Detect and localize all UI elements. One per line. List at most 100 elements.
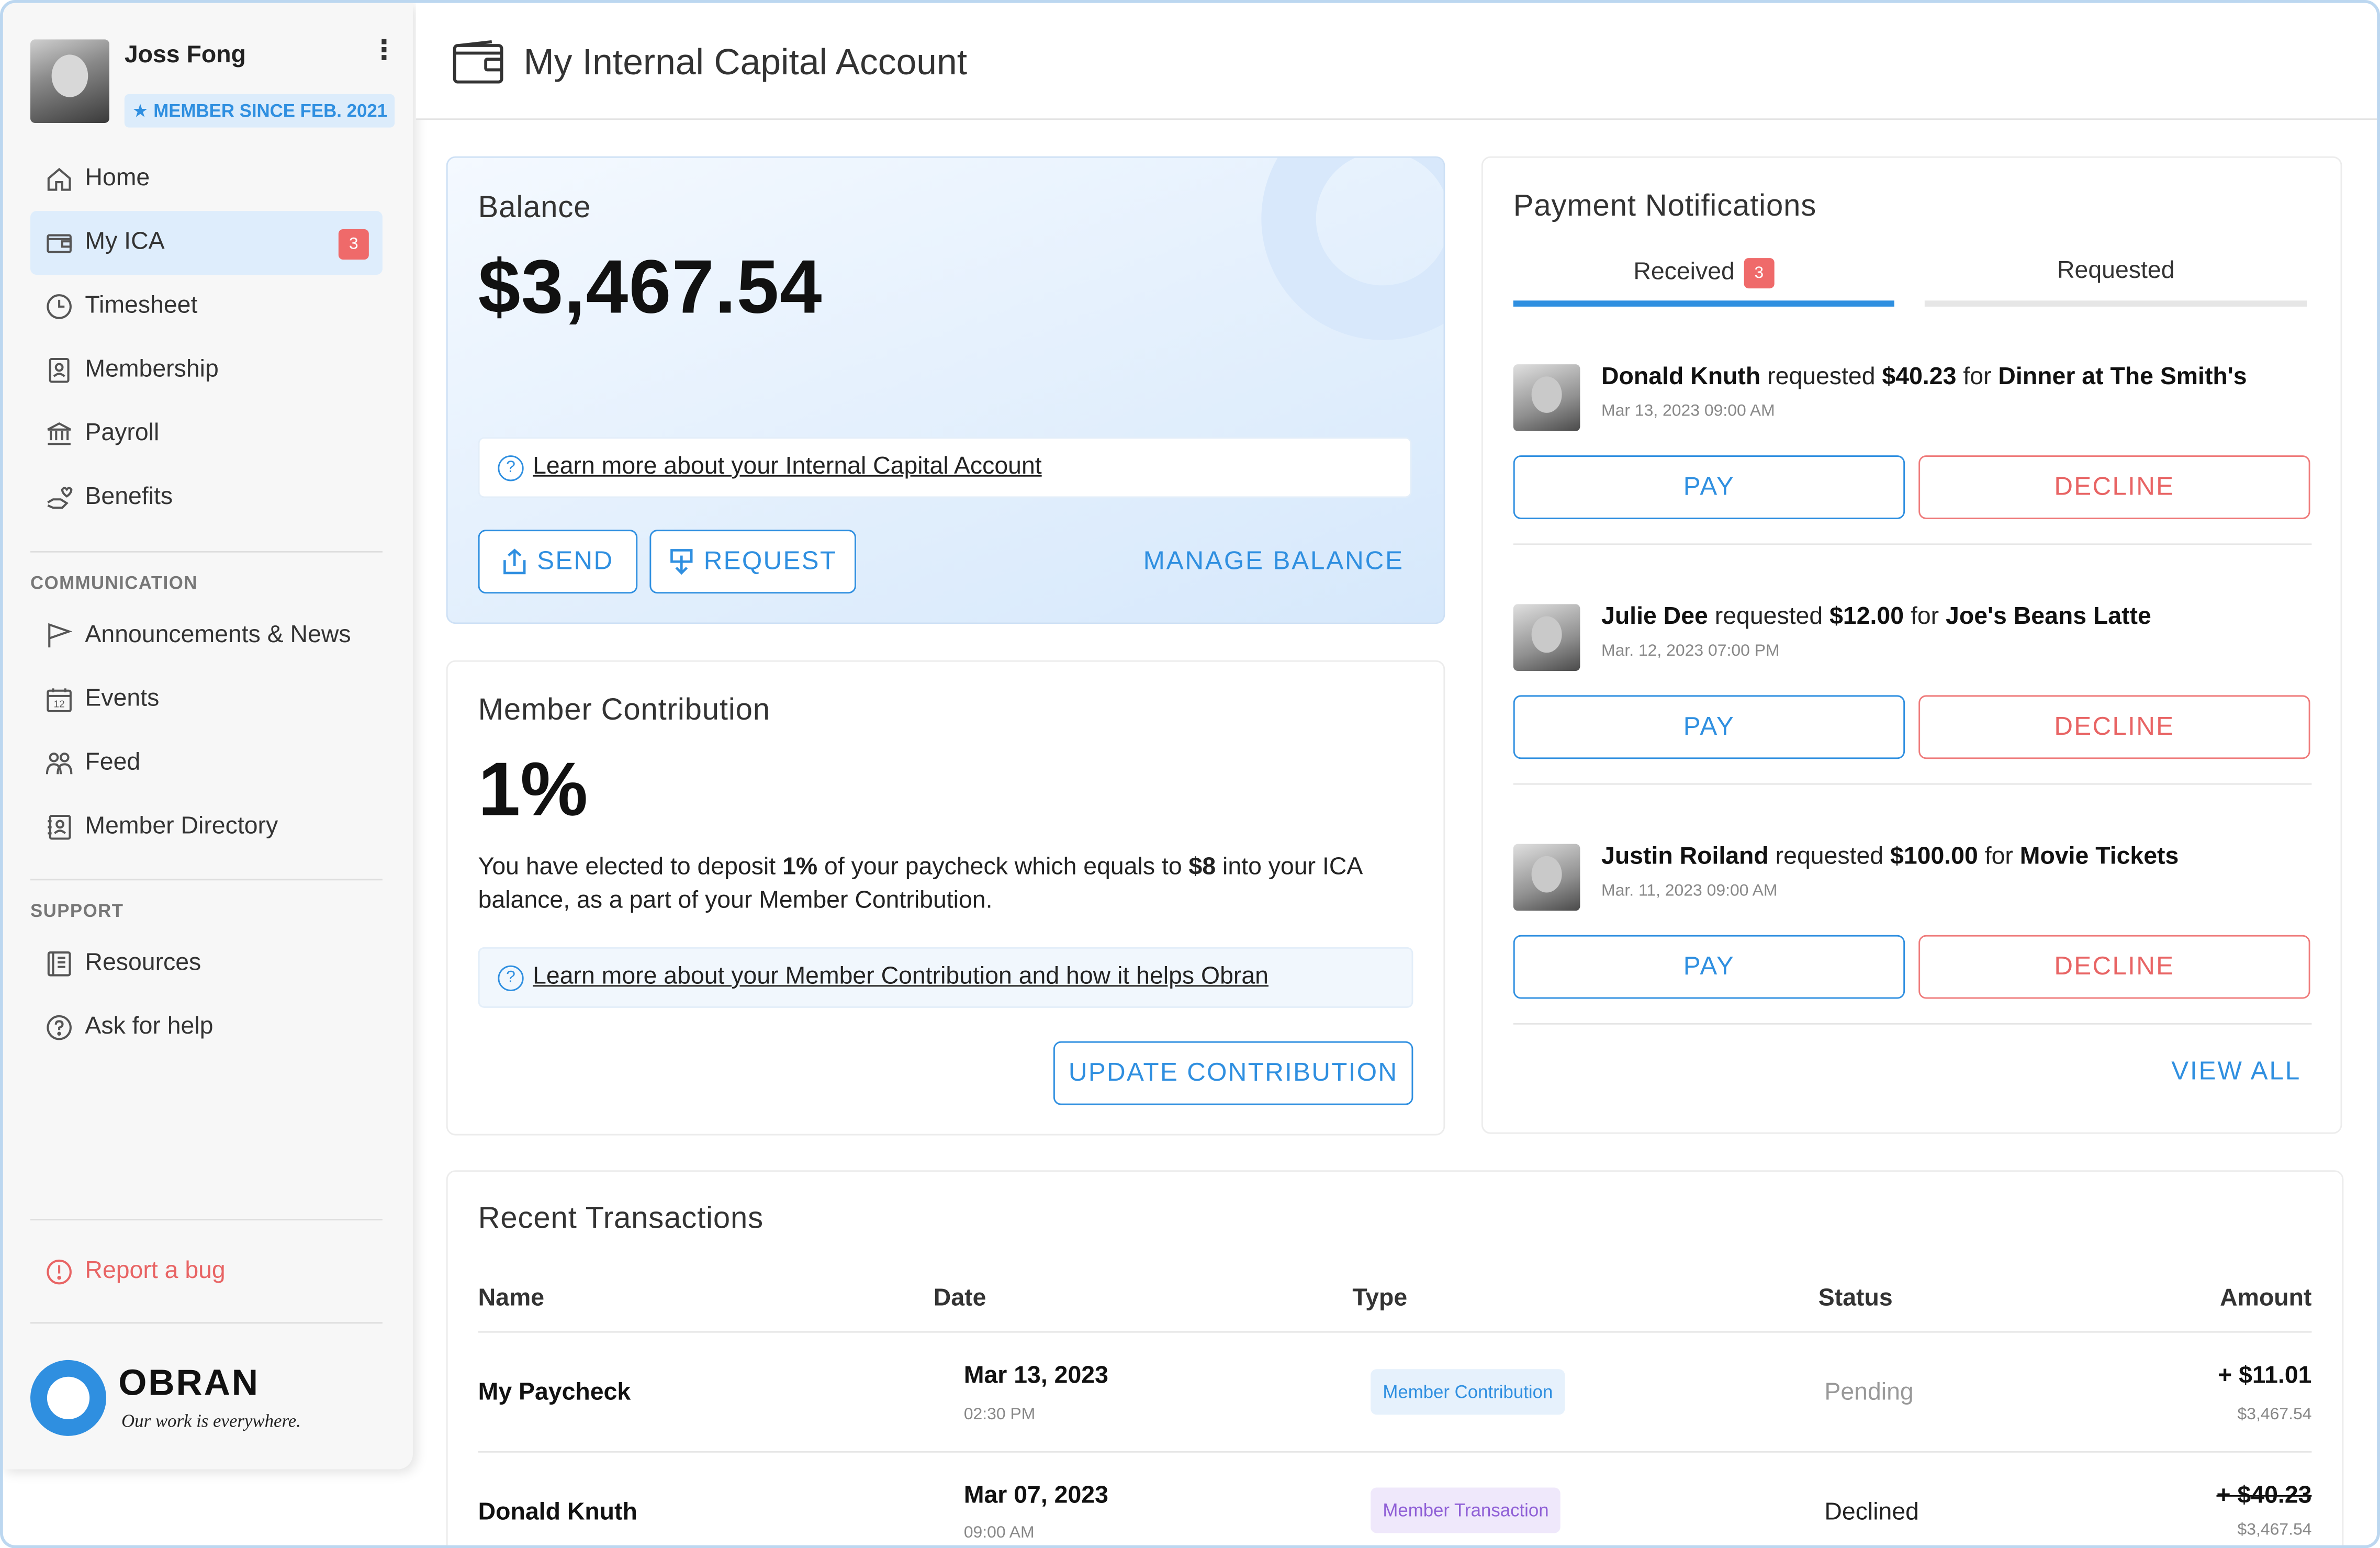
contribution-title: Member Contribution xyxy=(478,693,770,727)
sidebar-item-feed[interactable]: Feed xyxy=(30,732,383,795)
member-contribution-card: Member Contribution 1% You have elected … xyxy=(446,660,1445,1136)
sidebar-item-my-ica[interactable]: My ICA 3 xyxy=(30,211,383,275)
prep: for xyxy=(1910,604,1939,630)
pay-button[interactable]: PAY xyxy=(1513,455,1905,519)
logo-ring-icon xyxy=(30,1360,107,1436)
sidebar-item-label: Ask for help xyxy=(85,1014,214,1040)
verb: requested xyxy=(1714,604,1823,630)
verb: requested xyxy=(1775,844,1884,870)
sidebar-item-membership[interactable]: Membership xyxy=(30,339,383,402)
pay-button[interactable]: PAY xyxy=(1513,935,1905,999)
learn-more-contribution-link[interactable]: Learn more about your Member Contributio… xyxy=(533,964,1268,991)
column-header-name[interactable]: Name xyxy=(478,1286,544,1313)
column-header-amount[interactable]: Amount xyxy=(2220,1286,2311,1313)
column-header-date[interactable]: Date xyxy=(934,1286,986,1313)
request-amount: $100.00 xyxy=(1890,844,1978,870)
wallet-icon xyxy=(46,229,73,256)
clock-icon xyxy=(46,293,73,320)
contribution-value: 1% xyxy=(478,747,588,832)
section-label-communication: COMMUNICATION xyxy=(30,572,198,594)
calendar-icon: 12 xyxy=(46,686,73,713)
decline-button[interactable]: DECLINE xyxy=(1918,695,2310,759)
update-contribution-button[interactable]: UPDATE CONTRIBUTION xyxy=(1053,1041,1413,1105)
decorative-ring xyxy=(1261,158,1444,340)
sidebar-item-member-directory[interactable]: Member Directory xyxy=(30,795,383,859)
requester-name: Donald Knuth xyxy=(1601,364,1761,390)
learn-more-ica-link[interactable]: Learn more about your Internal Capital A… xyxy=(533,454,1042,481)
tx-name: Donald Knuth xyxy=(478,1499,637,1526)
prep: for xyxy=(1984,844,2013,870)
tx-type-badge: Member Transaction xyxy=(1371,1487,1561,1533)
wallet-icon xyxy=(452,39,504,85)
document-icon xyxy=(46,950,73,978)
notification-count-badge: 3 xyxy=(338,229,369,260)
avatar[interactable] xyxy=(30,39,109,123)
notification-text: Julie Dee requested $12.00 for Joe's Bea… xyxy=(1601,604,2151,631)
question-icon xyxy=(46,1014,73,1041)
contribution-info-box: ? Learn more about your Member Contribut… xyxy=(478,947,1413,1008)
notification-timestamp: Mar. 12, 2023 07:00 PM xyxy=(1601,642,1780,660)
tx-balance: $3,467.54 xyxy=(2237,1405,2312,1424)
requester-name: Julie Dee xyxy=(1601,604,1708,630)
contact-book-icon xyxy=(46,814,73,841)
sidebar-item-label: Member Directory xyxy=(85,813,278,839)
profile-name: Joss Fong xyxy=(124,42,246,69)
avatar[interactable] xyxy=(1513,844,1580,911)
requester-name: Justin Roiland xyxy=(1601,844,1769,870)
desc-percent: 1% xyxy=(782,854,818,881)
home-icon xyxy=(46,165,73,193)
profile: Joss Fong ⋮ ★ MEMBER SINCE FEB. 2021 xyxy=(30,37,398,128)
support-nav: Resources Ask for help xyxy=(30,932,383,1060)
recent-transactions-card: Recent Transactions Name Date Type Statu… xyxy=(446,1170,2344,1545)
divider xyxy=(1513,783,2312,785)
decline-button[interactable]: DECLINE xyxy=(1918,935,2310,999)
notification-timestamp: Mar 13, 2023 09:00 AM xyxy=(1601,402,1775,421)
tx-balance: $3,467.54 xyxy=(2237,1521,2312,1540)
pay-button[interactable]: PAY xyxy=(1513,695,1905,759)
report-bug-label: Report a bug xyxy=(85,1258,226,1284)
sidebar-item-payroll[interactable]: Payroll xyxy=(30,402,383,466)
column-header-type[interactable]: Type xyxy=(1352,1286,1407,1313)
member-since-badge: ★ MEMBER SINCE FEB. 2021 xyxy=(124,94,395,128)
divider xyxy=(478,1451,2312,1453)
payment-notifications-card: Payment Notifications Received 3 Requeste… xyxy=(1481,156,2342,1134)
more-options-icon[interactable]: ⋮ xyxy=(371,37,398,66)
sidebar-item-label: Resources xyxy=(85,950,201,977)
send-button[interactable]: SEND xyxy=(478,530,638,594)
sidebar-item-resources[interactable]: Resources xyxy=(30,932,383,996)
tx-time: 09:00 AM xyxy=(963,1524,1035,1542)
desc-text: of your paycheck which equals to xyxy=(817,854,1189,881)
divider xyxy=(1513,543,2312,545)
sidebar-item-announcements[interactable]: Announcements & News xyxy=(30,604,383,668)
prep: for xyxy=(1963,364,1992,390)
sidebar-item-ask-for-help[interactable]: Ask for help xyxy=(30,996,383,1060)
tab-requested[interactable]: Requested xyxy=(1924,258,2307,307)
column-header-status[interactable]: Status xyxy=(1818,1286,1893,1313)
report-bug-link[interactable]: Report a bug xyxy=(46,1259,226,1286)
desc-amount: $8 xyxy=(1188,854,1216,881)
avatar[interactable] xyxy=(1513,604,1580,671)
tx-status: Pending xyxy=(1824,1379,1914,1406)
tab-active-indicator xyxy=(1513,300,1894,307)
sidebar-item-benefits[interactable]: Benefits xyxy=(30,466,383,530)
payment-notifications-title: Payment Notifications xyxy=(1513,189,1817,223)
received-count-badge: 3 xyxy=(1744,258,1775,289)
avatar[interactable] xyxy=(1513,364,1580,431)
request-button[interactable]: REQUEST xyxy=(649,530,856,594)
decline-button[interactable]: DECLINE xyxy=(1918,455,2310,519)
help-icon: ? xyxy=(498,454,524,481)
alert-icon xyxy=(46,1259,73,1286)
sidebar-item-timesheet[interactable]: Timesheet xyxy=(30,275,383,339)
view-all-link[interactable]: VIEW ALL xyxy=(2171,1057,2301,1087)
hand-heart-icon xyxy=(46,484,73,511)
tab-received[interactable]: Received 3 xyxy=(1513,258,1894,307)
communication-nav: Announcements & News 12 Events Feed Memb… xyxy=(30,604,383,859)
notification-tabs: Received 3 Requested xyxy=(1513,258,2307,307)
sidebar-item-home[interactable]: Home xyxy=(30,147,383,211)
page-header: My Internal Capital Account xyxy=(416,3,2377,120)
brand-tagline: Our work is everywhere. xyxy=(121,1410,301,1432)
sidebar-item-label: Timesheet xyxy=(85,293,198,319)
manage-balance-link[interactable]: MANAGE BALANCE xyxy=(1143,546,1404,577)
tx-name: My Paycheck xyxy=(478,1379,631,1406)
sidebar-item-events[interactable]: 12 Events xyxy=(30,668,383,732)
